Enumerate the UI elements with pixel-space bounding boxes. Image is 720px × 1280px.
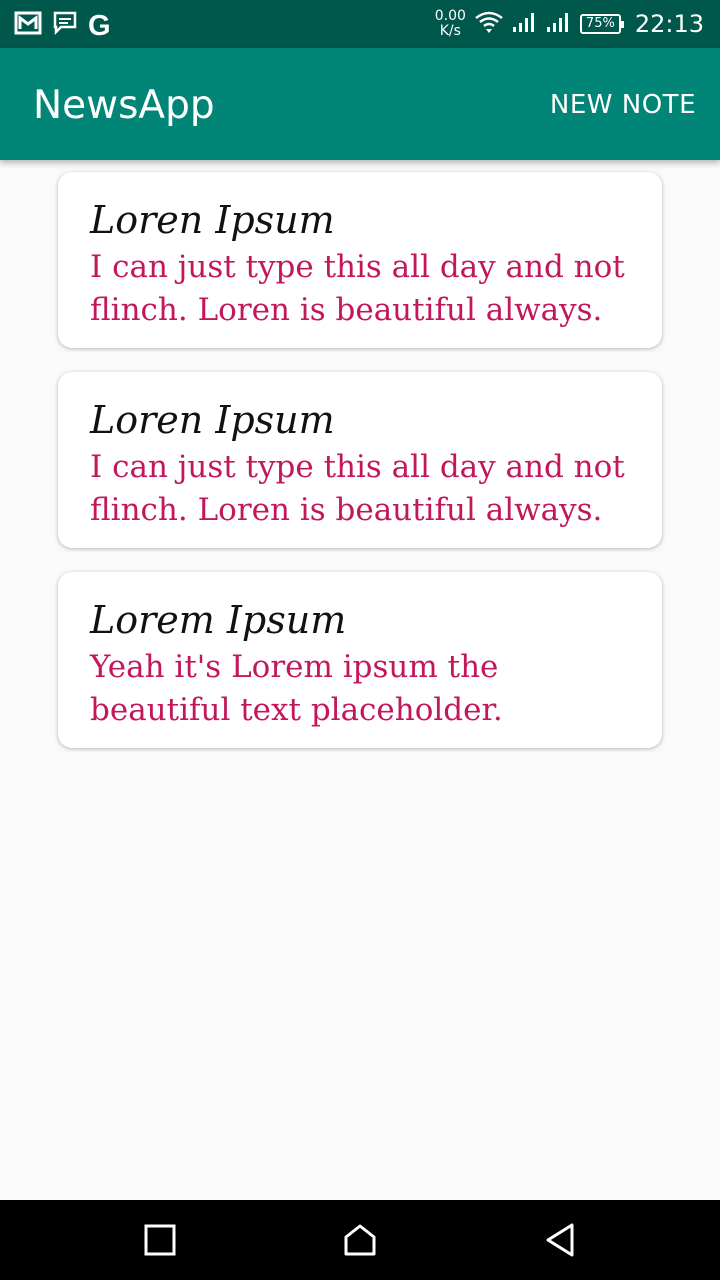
home-icon[interactable]	[340, 1220, 380, 1260]
note-card[interactable]: Lorem Ipsum Yeah it's Lorem ipsum the be…	[58, 572, 662, 748]
notification-icons: G	[14, 9, 111, 42]
recents-icon[interactable]	[140, 1220, 180, 1260]
note-body: I can just type this all day and not fli…	[90, 449, 625, 528]
signal-icon-sim2	[546, 11, 572, 38]
note-card[interactable]: Loren Ipsum I can just type this all day…	[58, 372, 662, 548]
wifi-icon	[474, 10, 504, 39]
app-bar: NewsApp NEW NOTE	[0, 48, 720, 160]
note-body: Yeah it's Lorem ipsum the beautiful text…	[90, 649, 503, 728]
note-list: Loren Ipsum I can just type this all day…	[58, 172, 662, 772]
app-title: NewsApp	[33, 83, 215, 128]
system-status: 0.00 K/s 75% 22:13	[435, 0, 704, 48]
note-title: Lorem Ipsum	[90, 598, 347, 642]
gmail-icon	[14, 9, 42, 42]
google-icon: G	[88, 9, 111, 42]
battery-indicator: 75%	[579, 14, 624, 34]
note-body: I can just type this all day and not fli…	[90, 249, 625, 328]
network-speed-unit: K/s	[439, 23, 461, 39]
navigation-bar	[0, 1200, 720, 1280]
new-note-button[interactable]: NEW NOTE	[550, 90, 696, 120]
message-icon	[52, 10, 78, 41]
note-title: Loren Ipsum	[90, 398, 335, 442]
network-speed-value: 0.00	[434, 8, 466, 24]
signal-icon-sim1	[512, 11, 538, 38]
back-icon[interactable]	[540, 1220, 580, 1260]
network-speed: 0.00 K/s	[435, 9, 466, 39]
note-title: Loren Ipsum	[90, 198, 335, 242]
note-card[interactable]: Loren Ipsum I can just type this all day…	[58, 172, 662, 348]
status-bar: G 0.00 K/s 75% 22:13	[0, 0, 720, 48]
status-time: 22:13	[634, 10, 704, 38]
